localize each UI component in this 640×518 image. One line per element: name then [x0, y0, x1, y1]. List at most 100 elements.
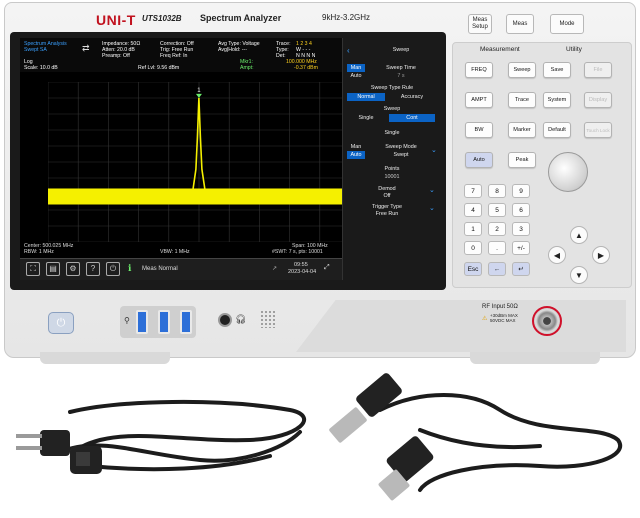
numpad-9[interactable]: 9 [512, 184, 530, 198]
freq-ref-text: Freq Ref: In [160, 53, 188, 59]
expand-icon[interactable]: ⤢ [324, 264, 330, 272]
usb-port-1[interactable] [136, 310, 148, 334]
mode-key[interactable]: Mode [550, 14, 584, 34]
product-name: Spectrum Analyzer [200, 13, 282, 23]
utility-section-label: Utility [566, 46, 582, 53]
single-button[interactable]: Single [347, 130, 437, 136]
submode-label: Swept SA [24, 47, 47, 53]
display-screen: Spectrum Analysis Swept SA ⇄ Impedance: … [20, 38, 440, 280]
marker-key[interactable]: Marker [508, 122, 536, 138]
sweep-mode-label[interactable]: Sweep Mode [369, 144, 433, 150]
usb-symbol-icon: ⚲ [124, 316, 130, 325]
meas-key[interactable]: Meas [506, 14, 534, 34]
touch-lock-key[interactable]: Touch Lock [584, 122, 612, 138]
headphone-jack[interactable] [218, 313, 232, 327]
numpad-8[interactable]: 8 [488, 184, 506, 198]
numpad-6[interactable]: 6 [512, 203, 530, 217]
softkey-menu: ‹ Sweep Man Auto Sweep Time 7 s Sweep Ty… [342, 38, 440, 280]
arrow-up-icon[interactable]: ▲ [570, 226, 588, 244]
arrow-down-icon[interactable]: ▼ [570, 266, 588, 284]
backspace-icon[interactable]: ← [488, 262, 506, 276]
rf-warning-line-2: 50VDC MAX [490, 318, 516, 323]
numpad-2[interactable]: 2 [488, 222, 506, 236]
demod-value: Off [383, 193, 391, 199]
display-key[interactable]: Display [584, 92, 612, 108]
numpad-4[interactable]: 4 [464, 203, 482, 217]
ref-level-label: Ref Lvl: 9.56 dBm [138, 65, 180, 71]
spectrum-plot[interactable]: 1 [48, 82, 350, 242]
numpad-dot[interactable]: . [488, 241, 506, 255]
sweep-time-auto[interactable]: Auto [347, 73, 365, 79]
menu-title: Sweep [392, 47, 410, 53]
demod-chevron-icon[interactable]: ⌄ [429, 186, 435, 194]
ampt-key[interactable]: AMPT [465, 92, 493, 108]
sweep-rule-normal[interactable]: Normal [347, 93, 385, 101]
file-icon[interactable]: ▤ [46, 262, 60, 276]
iec-connector-icon [70, 446, 102, 474]
sweep-mode-man[interactable]: Man [347, 144, 365, 150]
demod-label[interactable]: Demod [347, 186, 427, 192]
file-key[interactable]: File [584, 62, 612, 78]
vbw-label: VBW: 1 MHz [160, 249, 190, 255]
marker-ampt-label: Ampt: [240, 65, 254, 71]
sweep-rule-accuracy[interactable]: Accuracy [389, 94, 435, 100]
rbw-label: RBW: 1 MHz [24, 249, 54, 255]
save-key[interactable]: Save [543, 62, 571, 78]
freq-key[interactable]: FREQ [465, 62, 493, 78]
swap-icon[interactable]: ⇄ [82, 43, 90, 54]
meas-setup-key[interactable]: Meas Setup [468, 14, 492, 34]
numpad-sign[interactable]: +/- [512, 241, 530, 255]
instrument-foot-left [40, 352, 170, 364]
rf-warning: +30dBm MAX 50VDC MAX [490, 313, 518, 323]
trigger-type-label[interactable]: Trigger Type [347, 204, 427, 210]
headphone-icon: 🎧︎ [235, 314, 247, 324]
usb-a-plug-icon [329, 373, 402, 443]
sweep-label: Sweep [383, 106, 401, 112]
sweep-time-man[interactable]: Man [347, 64, 365, 72]
trigger-chevron-icon[interactable]: ⌄ [429, 204, 435, 212]
menu-back-icon[interactable]: ‹ [347, 46, 350, 55]
peak-key[interactable]: Peak [508, 152, 536, 168]
esc-key[interactable]: Esc [464, 262, 482, 276]
points-value: 10001 [384, 174, 400, 180]
power-plug-icon [16, 430, 70, 456]
brand-logo: UNI-T [96, 12, 136, 28]
power-icon[interactable]: ⏻ [106, 262, 120, 276]
numpad-3[interactable]: 3 [512, 222, 530, 236]
rf-input-label: RF Input 50Ω [482, 304, 518, 310]
settings-icon[interactable]: ⚙ [66, 262, 80, 276]
trace-key[interactable]: Trace [508, 92, 536, 108]
marker-1-point [195, 93, 202, 98]
power-button[interactable]: ⏻ [48, 312, 74, 334]
help-icon[interactable]: ? [86, 262, 100, 276]
sweep-time-label[interactable]: Sweep Time [369, 65, 433, 71]
rotary-knob[interactable] [548, 152, 588, 192]
auto-key[interactable]: Auto [465, 152, 493, 168]
sweep-single-option[interactable]: Single [347, 115, 385, 121]
sweep-time-value: 7 s [397, 73, 405, 79]
sweep-mode-auto[interactable]: Auto [347, 151, 365, 159]
sweep-mode-chevron-icon[interactable]: ⌄ [431, 146, 437, 154]
rf-input-connector[interactable] [532, 306, 562, 336]
numpad-1[interactable]: 1 [464, 222, 482, 236]
arrow-left-icon[interactable]: ◀ [548, 246, 566, 264]
date-label: 2023-04-04 [288, 269, 317, 275]
default-key[interactable]: Default [543, 122, 571, 138]
usb-port-2[interactable] [158, 310, 170, 334]
bw-key[interactable]: BW [465, 122, 493, 138]
marker-1-label: 1 [197, 88, 201, 94]
sweep-cont-option[interactable]: Cont [389, 114, 435, 122]
points-label[interactable]: Points [347, 166, 437, 172]
usb-port-3[interactable] [180, 310, 192, 334]
screenshot-icon[interactable]: ⛶ [26, 262, 40, 276]
numpad-0[interactable]: 0 [464, 241, 482, 255]
numpad-5[interactable]: 5 [488, 203, 506, 217]
pointer-icon: ↗ [272, 266, 278, 272]
numpad-7[interactable]: 7 [464, 184, 482, 198]
usb-b-plug-icon [378, 436, 434, 501]
trace-det-label: Det: [276, 53, 286, 59]
enter-icon[interactable]: ↵ [512, 262, 530, 276]
sweep-key[interactable]: Sweep [508, 62, 536, 78]
arrow-right-icon[interactable]: ▶ [592, 246, 610, 264]
system-key[interactable]: System [543, 92, 571, 108]
